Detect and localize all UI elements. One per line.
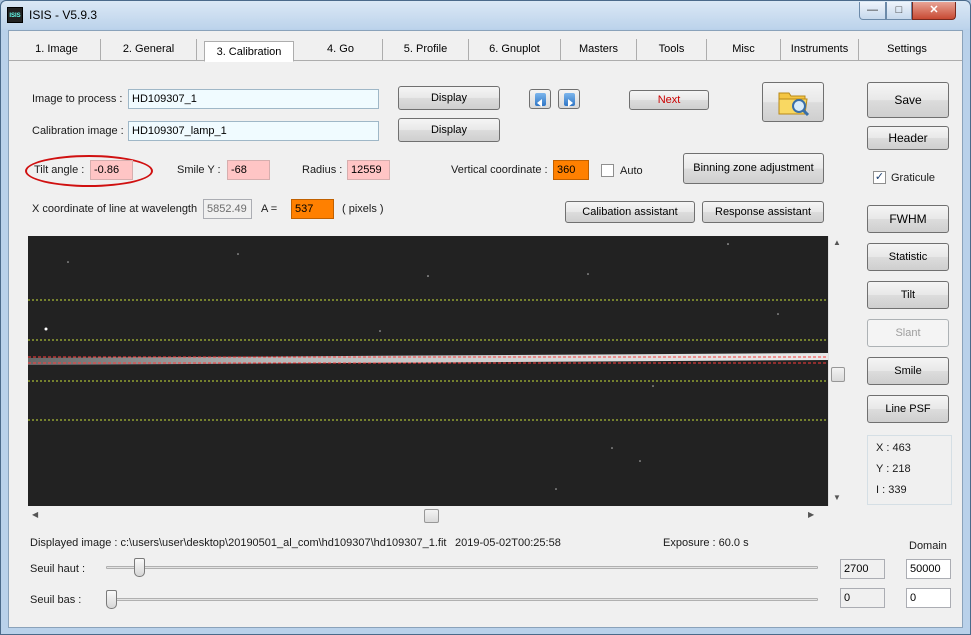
- scroll-left-icon[interactable]: ◀: [32, 510, 38, 519]
- radius-input[interactable]: 12559: [347, 160, 390, 180]
- tilt-button[interactable]: Tilt: [867, 281, 949, 309]
- a-equals-label: A =: [261, 203, 278, 215]
- fwhm-button[interactable]: FWHM: [867, 205, 949, 233]
- image-horizontal-scrollbar[interactable]: ◀ ▶: [28, 507, 828, 524]
- seuil-haut-label: Seuil haut :: [30, 563, 86, 575]
- exposure-label: Exposure : 60.0 s: [663, 537, 749, 549]
- smile-button[interactable]: Smile: [867, 357, 949, 385]
- seuil-bas-label: Seuil bas :: [30, 594, 82, 606]
- intensity-readout: I : 339: [876, 484, 907, 496]
- previous-button[interactable]: [529, 89, 551, 109]
- calibration-assistant-button[interactable]: Calibation assistant: [565, 201, 695, 223]
- calibration-image-input[interactable]: HD109307_lamp_1: [128, 121, 379, 141]
- seuil-haut-value[interactable]: 2700: [840, 559, 885, 579]
- seuil-bas-value[interactable]: 0: [840, 588, 885, 608]
- smile-y-input[interactable]: -68: [227, 160, 270, 180]
- binning-zone-button[interactable]: Binning zone adjustment: [683, 153, 824, 184]
- tab-misc[interactable]: Misc: [707, 39, 781, 61]
- open-folder-button[interactable]: [762, 82, 824, 122]
- tab-gnuplot[interactable]: 6. Gnuplot: [469, 39, 561, 61]
- image-timestamp: 2019-05-02T00:25:58: [455, 537, 561, 549]
- maximize-button[interactable]: □: [886, 2, 912, 20]
- wavelength-input[interactable]: 5852.49: [203, 199, 252, 219]
- spectrum-image-view[interactable]: [28, 236, 828, 506]
- image-to-process-label: Image to process :: [32, 93, 123, 105]
- radius-label: Radius :: [302, 164, 343, 176]
- horizontal-scroll-thumb[interactable]: [424, 509, 439, 523]
- display-calibration-button[interactable]: Display: [398, 118, 500, 142]
- cursor-readout-panel: X : 463 Y : 218 I : 339: [867, 435, 952, 505]
- isis-window: ISIS ISIS - V5.9.3 — □ ✕ 1. Image 2. Gen…: [0, 0, 971, 635]
- spectrum-image: [28, 243, 828, 490]
- arrow-right-icon: [564, 93, 575, 107]
- image-to-process-input[interactable]: HD109307_1: [128, 89, 379, 109]
- seuil-bas-domain-input[interactable]: 0: [906, 588, 951, 608]
- window-title: ISIS - V5.9.3: [29, 8, 98, 22]
- tab-calibration[interactable]: 3. Calibration: [204, 41, 294, 62]
- y-readout: Y : 218: [876, 463, 911, 475]
- tab-tools[interactable]: Tools: [637, 39, 707, 61]
- folder-search-icon: [778, 92, 810, 117]
- tab-masters[interactable]: Masters: [561, 39, 637, 61]
- slant-button[interactable]: Slant: [867, 319, 949, 347]
- tilt-angle-input[interactable]: -0.86: [90, 160, 133, 180]
- close-button[interactable]: ✕: [912, 2, 956, 20]
- graticule-label: Graticule: [891, 172, 936, 184]
- scroll-down-icon[interactable]: ▼: [833, 493, 841, 502]
- forward-button[interactable]: [558, 89, 580, 109]
- displayed-image-path: Displayed image : c:\users\user\desktop\…: [30, 537, 447, 549]
- vertical-scroll-thumb[interactable]: [831, 367, 845, 382]
- x-readout: X : 463: [876, 442, 911, 454]
- pixels-unit-label: ( pixels ): [342, 203, 384, 215]
- line-psf-button[interactable]: Line PSF: [867, 395, 949, 423]
- main-panel: 1. Image 2. General 3. Calibration 4. Go…: [8, 30, 963, 628]
- isis-app-icon: ISIS: [7, 7, 23, 23]
- header-button[interactable]: Header: [867, 126, 949, 150]
- response-assistant-button[interactable]: Response assistant: [702, 201, 824, 223]
- vertical-coordinate-input[interactable]: 360: [553, 160, 589, 180]
- tab-general[interactable]: 2. General: [101, 39, 197, 61]
- seuil-bas-track[interactable]: [106, 598, 818, 601]
- tab-image[interactable]: 1. Image: [13, 39, 101, 61]
- scroll-right-icon[interactable]: ▶: [808, 510, 814, 519]
- vertical-coordinate-label: Vertical coordinate :: [451, 164, 548, 176]
- title-bar[interactable]: ISIS ISIS - V5.9.3 — □ ✕: [1, 1, 970, 29]
- tab-go[interactable]: 4. Go: [299, 39, 383, 61]
- tab-instruments[interactable]: Instruments: [781, 39, 859, 61]
- arrow-left-icon: [535, 93, 546, 107]
- seuil-haut-slider-thumb[interactable]: [134, 558, 146, 577]
- statistic-button[interactable]: Statistic: [867, 243, 949, 271]
- a-pixel-input[interactable]: 537: [291, 199, 334, 219]
- calibration-image-label: Calibration image :: [32, 125, 124, 137]
- scroll-up-icon[interactable]: ▲: [833, 238, 841, 247]
- x-coordinate-label: X coordinate of line at wavelength: [32, 203, 198, 215]
- tab-profile[interactable]: 5. Profile: [383, 39, 469, 61]
- next-button[interactable]: Next: [629, 90, 709, 110]
- minimize-button[interactable]: —: [859, 2, 886, 20]
- graticule-checkbox[interactable]: ✓: [873, 171, 886, 184]
- seuil-haut-domain-input[interactable]: 50000: [906, 559, 951, 579]
- auto-checkbox[interactable]: [601, 164, 614, 177]
- smile-y-label: Smile Y :: [177, 164, 221, 176]
- seuil-haut-track[interactable]: [106, 566, 818, 569]
- tab-settings[interactable]: Settings: [859, 39, 955, 61]
- seuil-bas-slider-thumb[interactable]: [106, 590, 117, 609]
- tilt-angle-label: Tilt angle :: [34, 164, 85, 176]
- tab-bar: 1. Image 2. General 3. Calibration 4. Go…: [9, 31, 962, 62]
- save-button[interactable]: Save: [867, 82, 949, 118]
- auto-label: Auto: [620, 165, 643, 177]
- display-image-button[interactable]: Display: [398, 86, 500, 110]
- image-vertical-scrollbar[interactable]: ▲ ▼: [828, 236, 845, 506]
- domain-label: Domain: [909, 540, 947, 552]
